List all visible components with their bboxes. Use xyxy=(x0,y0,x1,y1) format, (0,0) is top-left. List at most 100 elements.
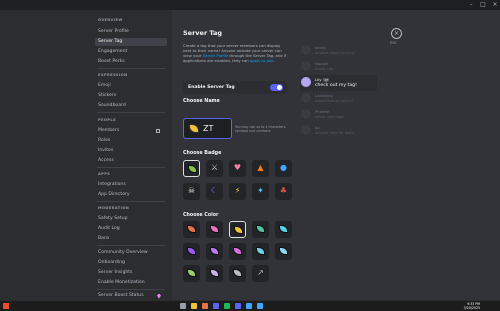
sidebar-item-engagement[interactable]: Engagement xyxy=(95,48,167,56)
badge-option[interactable]: ♥ xyxy=(229,160,246,177)
preview-username: Lily ZT xyxy=(315,77,330,82)
color-option[interactable] xyxy=(206,221,223,238)
mail-icon[interactable] xyxy=(246,303,252,309)
close-settings-button[interactable]: × xyxy=(391,28,402,39)
minimize-icon[interactable]: – xyxy=(466,0,476,9)
choose-badge-heading: Choose Badge xyxy=(183,151,222,156)
preview-username: Kenta xyxy=(315,45,326,50)
sidebar-item-app-directory[interactable]: App Directory xyxy=(95,191,167,199)
color-option[interactable] xyxy=(275,243,292,260)
avatar xyxy=(301,109,311,119)
selected-badge-preview-icon xyxy=(189,124,199,133)
esc-label: ESC xyxy=(390,41,398,45)
leaf-icon xyxy=(210,247,219,255)
sidebar-item-label: Invites xyxy=(98,148,114,153)
badge-option[interactable]: ⚡ xyxy=(229,183,246,200)
sidebar-item-server-insights[interactable]: Server Insights xyxy=(95,269,167,277)
title-bar: – □ × xyxy=(0,0,500,10)
sidebar-item-safety-setup[interactable]: Safety Setup xyxy=(95,215,167,223)
enable-server-tag-toggle[interactable] xyxy=(270,84,283,91)
badge-option[interactable]: ✦ xyxy=(252,183,269,200)
external-link-icon xyxy=(156,129,160,133)
file-explorer-icon[interactable] xyxy=(191,303,197,309)
preview-username: Noogie xyxy=(315,61,328,66)
start-menu-icon[interactable] xyxy=(3,303,9,309)
maximize-icon[interactable]: □ xyxy=(478,0,488,9)
username-text: Noogie xyxy=(315,61,329,66)
sidebar-item-soundboard[interactable]: Soundboard xyxy=(95,102,167,110)
avatar xyxy=(301,77,311,87)
preview-message-text: anyone here for later? xyxy=(315,130,355,135)
star-sparkle-icon: ✦ xyxy=(257,186,264,195)
color-option[interactable] xyxy=(229,265,246,282)
sidebar-item-integrations[interactable]: Integrations xyxy=(95,181,167,189)
sidebar-item-roles[interactable]: Roles xyxy=(95,137,167,145)
sidebar-item-onboarding[interactable]: Onboarding xyxy=(95,259,167,267)
badge-option[interactable] xyxy=(183,160,200,177)
sidebar-item-server-boost-status[interactable]: Server Boost Status xyxy=(95,292,167,300)
preview-message-text: anyone down for arcs? xyxy=(315,50,356,55)
color-option[interactable] xyxy=(252,221,269,238)
windows-taskbar: 9:33 PM 3/20/2025 xyxy=(0,300,500,311)
badge-option[interactable]: ☠ xyxy=(183,183,200,200)
leaf-icon xyxy=(187,269,196,277)
sidebar-item-label: Server Profile xyxy=(98,29,129,34)
color-option[interactable] xyxy=(183,243,200,260)
color-option[interactable] xyxy=(183,221,200,238)
page-title: Server Tag xyxy=(183,29,223,37)
tag-name-input[interactable]: ZT xyxy=(183,118,232,139)
discord-icon[interactable] xyxy=(235,303,241,309)
sidebar-item-stickers[interactable]: Stickers xyxy=(95,92,167,100)
sidebar-item-members[interactable]: Members xyxy=(95,127,167,135)
preview-username: Phoebe xyxy=(315,109,329,114)
browser-icon[interactable] xyxy=(202,303,208,309)
sidebar-item-enable-monetization[interactable]: Enable Monetization xyxy=(95,279,167,287)
color-option[interactable] xyxy=(229,221,246,238)
color-option[interactable] xyxy=(252,243,269,260)
sidebar-item-server-tag[interactable]: Server Tag xyxy=(95,38,167,46)
color-option[interactable] xyxy=(183,265,200,282)
color-option[interactable] xyxy=(206,265,223,282)
sidebar-item-label: Engagement xyxy=(98,49,128,54)
fire-icon: ▲ xyxy=(257,163,264,172)
description-text: . xyxy=(273,58,275,63)
sidebar-item-emoji[interactable]: Emoji xyxy=(95,82,167,90)
sidebar-divider xyxy=(97,245,165,246)
badge-option[interactable]: ▲ xyxy=(252,160,269,177)
sidebar-item-server-profile[interactable]: Server Profile xyxy=(95,28,167,36)
apply-to-join-link[interactable]: apply to join xyxy=(250,58,274,63)
badge-option[interactable]: ♣ xyxy=(275,183,292,200)
search-icon[interactable] xyxy=(180,303,186,309)
leaf-icon xyxy=(187,225,196,233)
sidebar-item-boost-perks[interactable]: Boost Perks xyxy=(95,58,167,66)
music-icon[interactable] xyxy=(224,303,230,309)
sidebar-item-invites[interactable]: Invites xyxy=(95,147,167,155)
preview-message-text: Ready tok xyxy=(315,66,333,71)
sidebar-item-audit-log[interactable]: Audit Log xyxy=(95,225,167,233)
color-option[interactable] xyxy=(275,221,292,238)
sidebar-item-community-overview[interactable]: Community Overview xyxy=(95,249,167,257)
sidebar-section-header: Moderation xyxy=(98,206,130,210)
code-editor-icon[interactable] xyxy=(257,303,263,309)
sidebar-item-label: Audit Log xyxy=(98,226,120,231)
custom-color-button[interactable]: ↗ xyxy=(252,265,269,282)
preview-username: Lacewing xyxy=(315,93,333,98)
leaf-icon xyxy=(256,247,265,255)
close-window-icon[interactable]: × xyxy=(490,0,500,9)
enable-server-tag-label: Enable Server Tag xyxy=(188,84,235,90)
sidebar-item-label: Roles xyxy=(98,138,111,143)
color-option[interactable] xyxy=(229,243,246,260)
discord-window: – □ × Overview Server Profile Server Tag En… xyxy=(0,0,500,311)
badge-option[interactable]: ● xyxy=(275,160,292,177)
badge-option[interactable]: ⚔ xyxy=(206,160,223,177)
sidebar-item-label: Server Tag xyxy=(98,39,123,44)
avatar xyxy=(301,93,311,103)
taskbar-clock[interactable]: 9:33 PM 3/20/2025 xyxy=(455,302,480,310)
sidebar-item-label: Access xyxy=(98,158,114,163)
choose-color-heading: Choose Color xyxy=(183,213,219,218)
color-option[interactable] xyxy=(206,243,223,260)
store-icon[interactable] xyxy=(213,303,219,309)
sidebar-item-bans[interactable]: Bans xyxy=(95,235,167,243)
sidebar-item-access[interactable]: Access xyxy=(95,157,167,165)
badge-option[interactable]: ☾ xyxy=(206,183,223,200)
